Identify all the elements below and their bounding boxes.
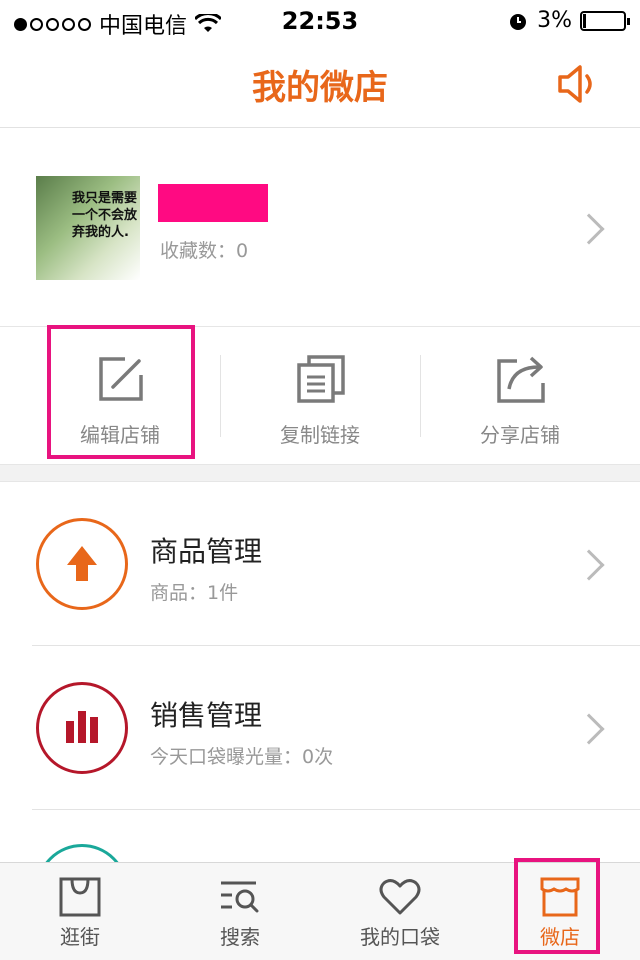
- tab-browse-label: 逛街: [60, 925, 100, 949]
- page-title: 我的微店: [252, 68, 388, 108]
- sales-management-item[interactable]: 销售管理 今天口袋曝光量：0次: [0, 646, 640, 810]
- avatar-caption: 我只是需要一个不会放弃我的人.: [72, 191, 138, 240]
- store-avatar: 我只是需要一个不会放弃我的人.: [36, 176, 140, 280]
- search-icon: [221, 881, 259, 913]
- battery-percent: 3%: [537, 8, 572, 33]
- partial-list-item[interactable]: [0, 810, 640, 862]
- status-bar: 中国电信 22:53 3%: [0, 0, 640, 42]
- tab-my-pocket-label: 我的口袋: [360, 925, 440, 949]
- store-name-redacted: [158, 184, 268, 222]
- tab-browse[interactable]: 逛街: [0, 863, 160, 960]
- partial-icon-ring: [36, 844, 128, 862]
- product-count: 商品：1件: [150, 582, 239, 604]
- chevron-right-icon: [573, 713, 605, 745]
- favorites-count: 收藏数：0: [160, 240, 249, 262]
- sales-icon-ring: [36, 682, 128, 774]
- tab-search[interactable]: 搜索: [160, 863, 320, 960]
- nav-bar: 我的微店: [0, 42, 640, 128]
- store-actions: 编辑店铺 复制链接 分享店铺: [0, 325, 640, 465]
- tab-search-label: 搜索: [220, 925, 260, 949]
- product-management-title: 商品管理: [150, 535, 263, 568]
- heart-icon: [379, 879, 421, 915]
- share-store-label: 分享店铺: [480, 423, 560, 447]
- copy-link-label: 复制链接: [280, 423, 360, 447]
- product-icon-ring: [36, 518, 128, 610]
- chevron-right-icon: [573, 549, 605, 581]
- alarm-icon: [510, 13, 527, 30]
- speaker-icon[interactable]: [556, 62, 600, 106]
- annotation-highlight-box: [47, 325, 195, 459]
- copy-link-button[interactable]: 复制链接: [220, 327, 420, 465]
- sales-management-title: 销售管理: [150, 699, 263, 732]
- section-gap: [0, 464, 640, 482]
- annotation-highlight-box: [514, 858, 600, 954]
- share-store-button[interactable]: 分享店铺: [420, 327, 620, 465]
- arrow-up-icon: [67, 546, 97, 581]
- tab-my-pocket[interactable]: 我的口袋: [320, 863, 480, 960]
- store-profile[interactable]: 我只是需要一个不会放弃我的人. 收藏数：0: [0, 130, 640, 326]
- status-right: 3%: [507, 8, 630, 33]
- chevron-right-icon: [573, 213, 605, 245]
- share-icon: [497, 356, 545, 403]
- battery-icon: [580, 10, 630, 31]
- product-management-item[interactable]: 商品管理 商品：1件: [0, 482, 640, 646]
- exposure-count: 今天口袋曝光量：0次: [150, 746, 334, 768]
- copy-icon: [297, 355, 345, 403]
- bar-chart-icon: [66, 711, 98, 743]
- shopping-bag-icon: [59, 877, 101, 917]
